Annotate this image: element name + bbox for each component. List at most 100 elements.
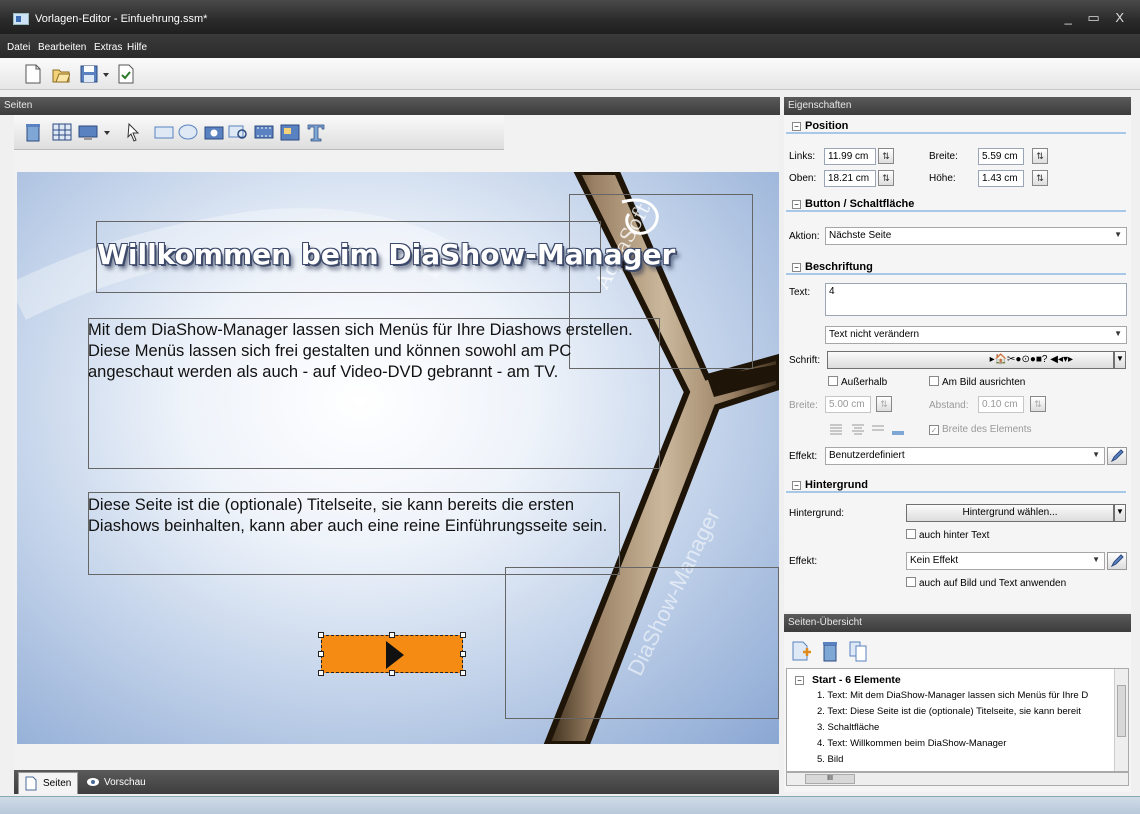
caption-breite-spinner-icon[interactable]: ⇅ [876,396,892,412]
resize-handle[interactable] [318,651,324,657]
scroll-thumb[interactable]: III [805,774,855,784]
add-page-icon[interactable] [790,640,812,662]
pointer-icon[interactable] [124,122,142,142]
tab-seiten[interactable]: Seiten [18,772,79,794]
resize-handle[interactable] [389,632,395,638]
menu-bearbeiten[interactable]: Bearbeiten [38,42,86,53]
section-background[interactable]: − Hintergrund [786,479,1126,493]
background-dropdown-icon[interactable]: ▼ [1114,504,1126,522]
resize-handle[interactable] [460,670,466,676]
section-caption-label: Beschriftung [805,261,873,273]
zoom-image-icon[interactable] [228,122,248,142]
image-bounding-box[interactable] [505,567,779,719]
menu-datei[interactable]: Datei [7,42,30,53]
tree-item[interactable]: 5. Bild [817,754,843,765]
window-controls[interactable]: _ ▭ X [1065,10,1130,26]
am-bild-checkbox[interactable]: Am Bild ausrichten [929,376,1025,388]
new-file-icon[interactable] [24,64,42,84]
tree-item[interactable]: 3. Schaltfläche [817,722,879,733]
section-caption[interactable]: − Beschriftung [786,261,1126,275]
apply-all-label: auch auf Bild und Text anwenden [919,578,1067,589]
ausserhalb-checkbox[interactable]: Außerhalb [828,376,887,388]
behind-text-checkbox[interactable]: auch hinter Text [906,529,989,541]
resize-handle[interactable] [389,670,395,676]
background-effekt-dropdown[interactable]: Kein Effekt ▼ [906,552,1105,570]
menu-hilfe[interactable]: Hilfe [127,42,147,53]
picture-button-icon[interactable] [280,122,300,142]
section-position[interactable]: − Position [786,120,1126,134]
links-field[interactable]: 11.99 cm [824,148,876,165]
caption-effekt-dropdown[interactable]: Benutzerdefiniert ▼ [825,447,1105,465]
checkbox-box[interactable] [828,376,838,386]
breite-label: Breite: [929,151,958,162]
apply-all-checkbox[interactable]: auch auf Bild und Text anwenden [906,577,1066,589]
hoehe-spinner-icon[interactable]: ⇅ [1032,170,1048,186]
checkbox-box[interactable] [929,376,939,386]
next-page-button[interactable] [321,635,463,673]
save-icon[interactable] [80,64,98,84]
links-label: Links: [789,151,816,162]
tree-item[interactable]: 1. Text: Mit dem DiaShow-Manager lassen … [817,690,1088,701]
collapse-icon[interactable]: − [792,122,801,131]
abstand-label: Abstand: [929,400,969,411]
alignment-icons[interactable] [828,422,908,436]
filmstrip-icon[interactable] [254,122,274,142]
menu-extras[interactable]: Extras [94,42,122,53]
aktion-dropdown[interactable]: Nächste Seite ▼ [825,227,1127,245]
choose-background-button[interactable]: Hintergrund wählen... [906,504,1114,522]
font-dropdown-icon[interactable]: ▼ [1114,351,1126,369]
open-folder-icon[interactable] [52,64,70,84]
checkbox-box[interactable] [906,577,916,587]
image-icon[interactable] [204,122,224,142]
caption-breite-field[interactable]: 5.00 cm [825,396,871,413]
resize-handle[interactable] [318,632,324,638]
hoehe-label: Höhe: [929,173,956,184]
caption-text-field[interactable]: 4 [825,283,1127,316]
horizontal-scrollbar[interactable]: III [786,772,1129,786]
breite-spinner-icon[interactable]: ⇅ [1032,148,1048,164]
collapse-icon[interactable]: − [792,200,801,209]
tree-root[interactable]: − Start - 6 Elemente [795,674,901,686]
tree-item[interactable]: 4. Text: Willkommen beim DiaShow-Manager [817,738,1006,749]
abstand-spinner-icon[interactable]: ⇅ [1030,396,1046,412]
page-overview-tree[interactable]: − Start - 6 Elemente 1. Text: Mit dem Dia… [786,668,1129,772]
text-mode-dropdown[interactable]: Text nicht verändern ▼ [825,326,1127,344]
screen-dropdown-icon[interactable] [102,122,112,142]
ellipse-icon[interactable] [178,122,198,142]
resize-handle[interactable] [460,651,466,657]
checkbox-box[interactable]: ✓ [929,425,939,435]
oben-spinner-icon[interactable]: ⇅ [878,170,894,186]
breite-elements-checkbox[interactable]: ✓ Breite des Elements [929,424,1032,435]
links-spinner-icon[interactable]: ⇅ [878,148,894,164]
edit-background-effect-icon[interactable] [1107,552,1127,570]
font-select-button[interactable]: ▸🏠✂●⊙●■? ◀◂▾▸ [827,351,1114,369]
checkbox-box[interactable] [906,529,916,539]
edit-effect-icon[interactable] [1107,447,1127,465]
vertical-scrollbar[interactable] [1114,669,1128,771]
delete-page-icon[interactable] [820,640,840,662]
slide-paragraph-2: Diese Seite ist die (optionale) Titelsei… [88,496,608,535]
duplicate-page-icon[interactable] [848,640,870,662]
text-tool-icon[interactable] [306,122,326,142]
slide-canvas[interactable]: AquaSoft DiaShow-Manager Willkommen beim… [17,172,779,744]
grid-icon[interactable] [52,122,72,142]
save-dropdown-icon[interactable] [101,64,111,84]
scroll-thumb[interactable] [1117,685,1126,737]
hoehe-field[interactable]: 1.43 cm [978,170,1024,187]
rectangle-icon[interactable] [154,122,174,142]
tree-collapse-icon[interactable]: − [795,676,804,685]
abstand-field[interactable]: 0.10 cm [978,396,1024,413]
delete-icon[interactable] [24,122,42,142]
oben-field[interactable]: 18.21 cm [824,170,876,187]
resize-handle[interactable] [318,670,324,676]
tab-vorschau[interactable]: Vorschau [80,772,152,794]
text-mode-value: Text nicht verändern [829,329,920,340]
breite-field[interactable]: 5.59 cm [978,148,1024,165]
tree-item[interactable]: 2. Text: Diese Seite ist die (optionale)… [817,706,1081,717]
export-icon[interactable] [117,64,135,84]
section-button[interactable]: − Button / Schaltfläche [786,198,1126,212]
collapse-icon[interactable]: − [792,263,801,272]
collapse-icon[interactable]: − [792,481,801,490]
resize-handle[interactable] [460,632,466,638]
screen-icon[interactable] [78,122,98,142]
